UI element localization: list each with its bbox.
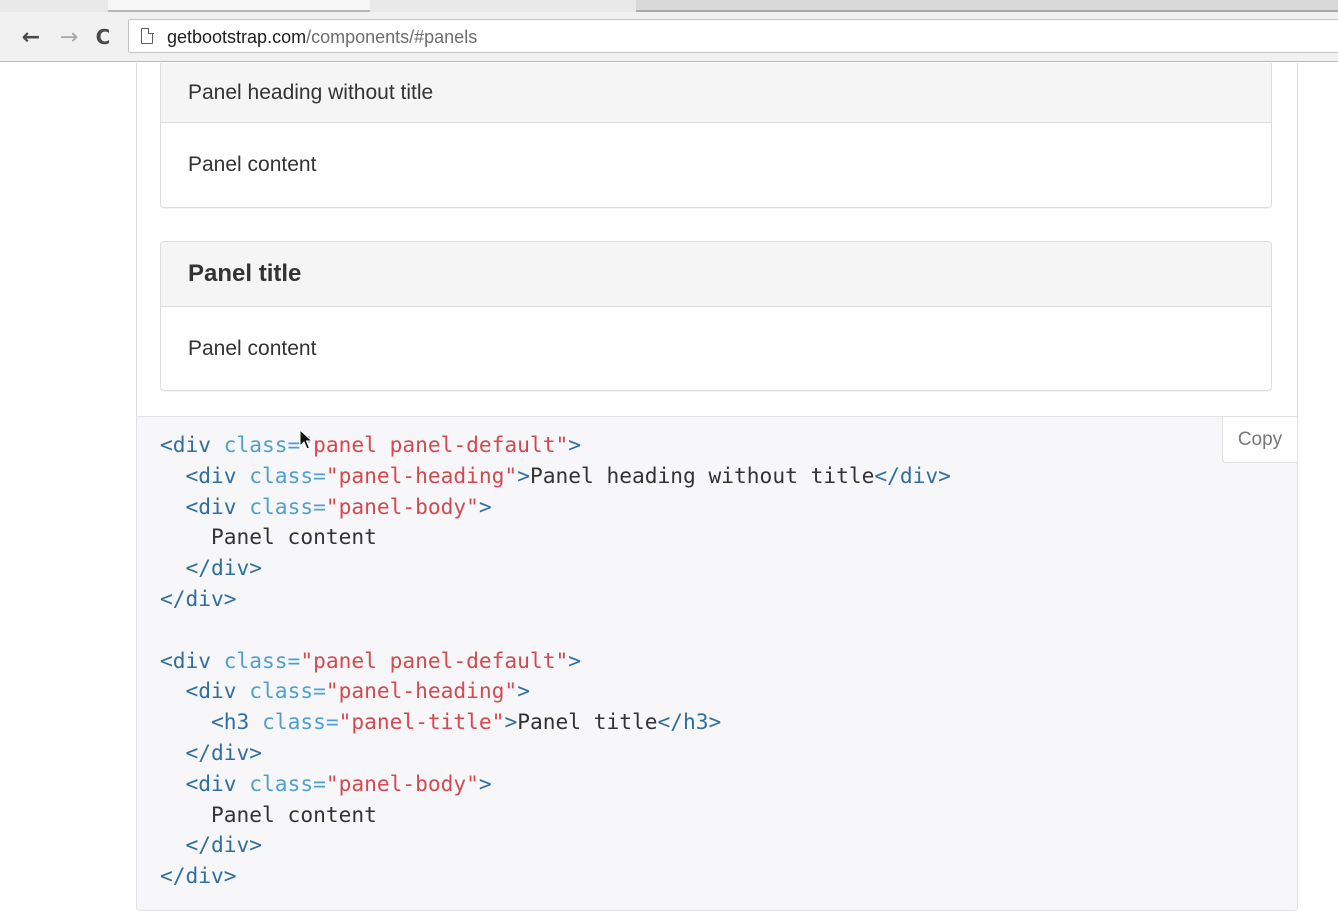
code-line: </div>	[160, 739, 263, 765]
code-token: </div>	[185, 555, 263, 581]
code-token: class=	[223, 432, 301, 457]
code-token: "panel-body"	[325, 770, 479, 796]
reload-icon: C	[95, 25, 111, 49]
code-token: <h3	[211, 709, 263, 735]
code-token: </div>	[185, 739, 263, 765]
code-line: <div class="panel panel-default">	[160, 432, 581, 457]
code-line: <div class="panel-heading">Panel heading…	[160, 463, 951, 488]
code-block[interactable]: <div class="panel panel-default"> <div c…	[160, 430, 951, 892]
code-token: </div>	[185, 832, 263, 858]
code-token: >	[517, 462, 530, 488]
code-token: <div	[185, 493, 250, 519]
code-token: Panel content	[160, 801, 377, 827]
code-line: </div>	[160, 586, 237, 611]
mouse-cursor-icon	[299, 429, 313, 450]
code-token: Panel title	[517, 709, 658, 735]
address-bar[interactable]: getbootstrap.com/components/#panels	[128, 19, 1338, 53]
back-button[interactable]: ←	[18, 23, 44, 51]
code-line: </div>	[160, 863, 237, 888]
code-token: </div>	[160, 863, 237, 889]
code-token: "panel-heading"	[325, 678, 518, 704]
code-line: <div class="panel-body">	[160, 494, 492, 519]
code-token: <div	[185, 462, 250, 488]
code-token: <div	[185, 770, 250, 796]
code-line: <div class="panel panel-default">	[160, 648, 581, 673]
code-token: <div	[185, 678, 250, 704]
panel-heading: Panel heading without title	[161, 63, 1271, 123]
copy-button[interactable]: Copy	[1222, 417, 1297, 463]
code-token: "panel-body"	[325, 493, 479, 519]
example-panel-heading-without-title: Panel heading without title Panel conten…	[160, 63, 1272, 208]
code-token: </div>	[874, 462, 951, 488]
code-token: "panel-title"	[338, 709, 505, 735]
code-token: class=	[223, 647, 301, 673]
example-panel-with-title: Panel title Panel content	[160, 241, 1272, 391]
code-token: >	[478, 493, 492, 519]
code-token: class=	[262, 709, 339, 735]
browser-tab[interactable]	[108, 0, 370, 12]
code-token: >	[568, 432, 581, 457]
code-token: </div>	[160, 585, 237, 611]
arrow-right-icon: →	[59, 24, 79, 50]
code-line: Panel content	[160, 524, 377, 549]
code-token: Panel content	[160, 524, 377, 550]
page-content: Panel heading without title Panel conten…	[0, 63, 1338, 911]
code-token: >	[568, 647, 581, 673]
code-token: class=	[249, 770, 326, 796]
code-token: class=	[249, 678, 326, 704]
code-token: Panel heading without title	[529, 462, 875, 488]
panel-body: Panel content	[188, 336, 317, 360]
code-token: </h3>	[657, 709, 722, 735]
code-token: class=	[249, 493, 326, 519]
panel-body: Panel content	[188, 153, 317, 176]
code-token: class=	[249, 462, 326, 488]
reload-button[interactable]: C	[90, 23, 116, 51]
code-line: </div>	[160, 555, 263, 581]
code-token: <div	[160, 647, 224, 673]
panel-title: Panel title	[161, 242, 1271, 307]
browser-tab-inactive[interactable]	[636, 0, 1338, 12]
forward-button[interactable]: →	[56, 23, 82, 51]
code-token: >	[504, 709, 518, 735]
code-line: <div class="panel-heading">	[160, 678, 530, 703]
arrow-left-icon: ←	[21, 24, 41, 50]
code-line: </div>	[160, 832, 263, 858]
code-token: "panel panel-default"	[300, 432, 569, 457]
code-token: >	[517, 678, 530, 704]
code-line: <div class="panel-body">	[160, 771, 492, 796]
code-token: "panel-heading"	[325, 462, 518, 488]
page-icon	[141, 27, 154, 44]
browser-toolbar: ← → C getbootstrap.com/components/#panel…	[0, 12, 1338, 62]
url-host: getbootstrap.com	[167, 27, 307, 47]
code-token: "panel panel-default"	[300, 647, 569, 673]
code-token: <div	[160, 432, 224, 457]
url-path: /components/#panels	[306, 27, 478, 47]
code-line: Panel content	[160, 802, 377, 827]
url-text[interactable]: getbootstrap.com/components/#panels	[167, 27, 477, 48]
code-token: >	[478, 770, 492, 796]
tab-strip	[0, 0, 1338, 12]
code-line: <h3 class="panel-title">Panel title</h3>	[160, 709, 721, 734]
